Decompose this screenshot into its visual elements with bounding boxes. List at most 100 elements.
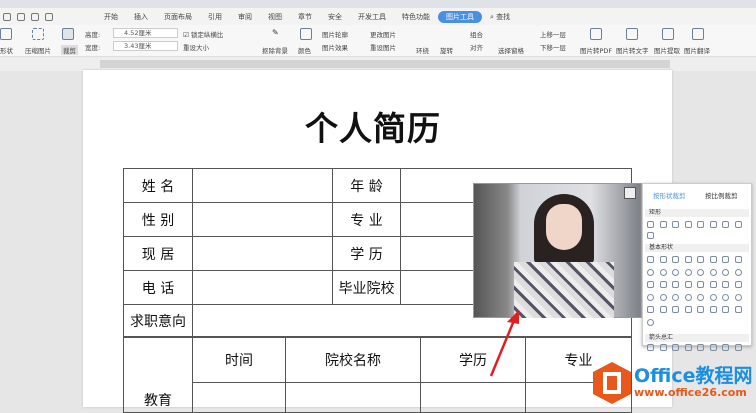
shape-option[interactable] [659, 281, 667, 288]
shape-option[interactable] [722, 268, 729, 276]
shape-option[interactable] [647, 232, 654, 239]
shape-option[interactable] [734, 268, 742, 276]
shape-option[interactable] [734, 293, 742, 301]
tab-crop-by-shape[interactable]: 按形状裁剪 [653, 190, 686, 200]
shape-option[interactable] [709, 221, 717, 228]
shape-option[interactable] [684, 221, 692, 228]
shape-option[interactable] [647, 281, 654, 288]
redo-icon[interactable] [17, 12, 25, 21]
shape-option[interactable] [734, 221, 742, 228]
shape-option[interactable] [722, 344, 729, 351]
tab-layout[interactable]: 页面布局 [156, 12, 200, 22]
shape-option[interactable] [659, 293, 667, 301]
extract-button[interactable]: 图片提取 [654, 45, 680, 55]
height-input[interactable]: 4.52厘米 [113, 28, 178, 38]
shape-option[interactable] [722, 221, 729, 228]
shape-option[interactable] [672, 344, 679, 351]
shape-option[interactable] [659, 306, 667, 313]
tab-review[interactable]: 审阅 [230, 12, 260, 22]
shape-option[interactable] [697, 293, 704, 301]
shape-option[interactable] [647, 318, 654, 326]
lock-ratio-checkbox[interactable]: ☑ 锁定纵横比 [183, 29, 223, 39]
shape-option[interactable] [659, 256, 667, 263]
cell[interactable] [192, 168, 333, 203]
shape-option[interactable] [684, 344, 692, 351]
shape-option[interactable] [734, 256, 742, 263]
send-backward-button[interactable]: 下移一层 [540, 42, 566, 52]
shape-option[interactable] [647, 293, 654, 301]
crop-toggle-icon[interactable] [624, 187, 636, 199]
shape-option[interactable] [647, 221, 654, 228]
to-pdf-button[interactable]: 图片转PDF [580, 45, 612, 55]
shape-option[interactable] [659, 221, 667, 228]
shape-option[interactable] [709, 268, 717, 276]
shape-option[interactable] [697, 281, 704, 288]
search-button[interactable]: ⌕ 查找 [482, 12, 518, 22]
change-picture-button[interactable]: 更改图片 [370, 29, 396, 39]
shape-option[interactable] [734, 344, 742, 351]
crop-button[interactable]: 裁剪 [61, 45, 78, 55]
shape-option[interactable] [697, 221, 704, 228]
shape-option[interactable] [709, 306, 717, 313]
tab-home[interactable]: 开始 [96, 12, 126, 22]
shape-option[interactable] [697, 256, 704, 263]
shape-option[interactable] [647, 344, 654, 351]
shape-option[interactable] [722, 281, 729, 288]
selected-photo[interactable] [473, 183, 642, 318]
shape-button[interactable]: 形状 [0, 45, 13, 55]
effect-button[interactable]: 图片效果 [322, 42, 348, 52]
rotate-button[interactable]: 旋转 [440, 45, 453, 55]
shape-option[interactable] [659, 268, 667, 276]
shape-option[interactable] [647, 306, 654, 313]
shape-option[interactable] [647, 268, 654, 276]
tab-crop-by-ratio[interactable]: 按比例裁剪 [705, 190, 738, 200]
shape-option[interactable] [672, 281, 679, 288]
tab-view[interactable]: 视图 [260, 12, 290, 22]
shape-option[interactable] [659, 344, 667, 351]
tab-chapter[interactable]: 章节 [290, 12, 320, 22]
tab-developer[interactable]: 开发工具 [350, 12, 394, 22]
selection-pane-button[interactable]: 选择窗格 [498, 45, 524, 55]
undo-icon[interactable] [3, 12, 11, 21]
tab-features[interactable]: 特色功能 [394, 12, 438, 22]
shape-option[interactable] [647, 256, 654, 263]
to-text-button[interactable]: 图片转文字 [616, 45, 649, 55]
shape-option[interactable] [697, 344, 704, 351]
shape-option[interactable] [672, 256, 679, 263]
bring-forward-button[interactable]: 上移一层 [540, 29, 566, 39]
shape-option[interactable] [672, 293, 679, 301]
reset-size-button[interactable]: 重设大小 [183, 42, 209, 52]
shape-option[interactable] [709, 344, 717, 351]
print-icon[interactable] [31, 12, 39, 21]
tab-picture-tools[interactable]: 图片工具 [438, 10, 482, 23]
shape-option[interactable] [734, 306, 742, 313]
compress-button[interactable]: 压缩图片 [25, 45, 51, 55]
shape-option[interactable] [709, 281, 717, 288]
outline-button[interactable]: 图片轮廓 [322, 29, 348, 39]
shape-option[interactable] [672, 306, 679, 313]
tab-references[interactable]: 引用 [200, 12, 230, 22]
remove-bg-button[interactable]: 抠除背景 [262, 45, 288, 55]
shape-option[interactable] [684, 281, 692, 288]
shape-option[interactable] [722, 256, 729, 263]
width-input[interactable]: 3.43厘米 [113, 41, 178, 51]
shape-option[interactable] [734, 281, 742, 288]
shape-option[interactable] [722, 293, 729, 301]
shape-option[interactable] [684, 256, 692, 263]
shape-option[interactable] [697, 268, 704, 276]
align-button[interactable]: 对齐 [470, 42, 483, 52]
wrap-button[interactable]: 环绕 [416, 45, 429, 55]
shape-option[interactable] [697, 306, 704, 313]
tab-security[interactable]: 安全 [320, 12, 350, 22]
translate-button[interactable]: 图片翻译 [684, 45, 710, 55]
shape-option[interactable] [684, 268, 692, 276]
shape-option[interactable] [684, 306, 692, 313]
tab-insert[interactable]: 插入 [126, 12, 156, 22]
shape-option[interactable] [709, 293, 717, 301]
reset-picture-button[interactable]: 重设图片 [370, 42, 396, 52]
color-button[interactable]: 颜色 [298, 45, 311, 55]
shape-option[interactable] [709, 256, 717, 263]
shape-option[interactable] [672, 221, 679, 228]
shape-option[interactable] [722, 306, 729, 313]
shape-option[interactable] [672, 268, 679, 276]
